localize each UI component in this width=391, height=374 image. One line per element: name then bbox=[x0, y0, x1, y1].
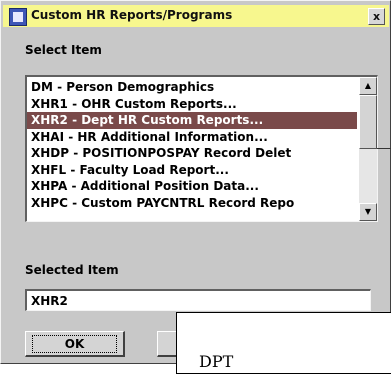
list-item[interactable]: XHPA - Additional Position Data... bbox=[27, 178, 357, 195]
selected-item-label: Selected Item bbox=[25, 263, 119, 277]
ok-button-label: OK bbox=[32, 335, 117, 353]
select-item-listbox[interactable]: DM - Person Demographics XHR1 - OHR Custo… bbox=[25, 75, 378, 222]
window-icon bbox=[9, 8, 27, 26]
list-item[interactable]: DM - Person Demographics bbox=[27, 79, 357, 96]
annotation-callout-box: DPT bbox=[176, 312, 391, 374]
list-item[interactable]: XHR1 - OHR Custom Reports... bbox=[27, 96, 357, 113]
scroll-up-button[interactable]: ▲ bbox=[359, 77, 377, 95]
list-item[interactable]: XHFL - Faculty Load Report... bbox=[27, 162, 357, 179]
list-item[interactable]: XHPC - Custom PAYCNTRL Record Repo bbox=[27, 195, 357, 212]
list-items: DM - Person Demographics XHR1 - OHR Custo… bbox=[27, 79, 357, 211]
window-title: Custom HR Reports/Programs bbox=[31, 8, 233, 22]
custom-hr-reports-dialog: Custom HR Reports/Programs x Select Item… bbox=[0, 0, 391, 364]
scroll-down-button[interactable]: ▼ bbox=[359, 203, 377, 221]
ok-button[interactable]: OK bbox=[25, 331, 125, 357]
triangle-down-icon: ▼ bbox=[364, 207, 372, 216]
list-item[interactable]: XHAI - HR Additional Information... bbox=[27, 129, 357, 146]
close-button[interactable]: x bbox=[368, 8, 385, 25]
list-item[interactable]: XHR2 - Dept HR Custom Reports... bbox=[27, 112, 357, 129]
list-item[interactable]: XHDP - POSITIONPOSPAY Record Delet bbox=[27, 145, 357, 162]
triangle-up-icon: ▲ bbox=[364, 81, 372, 90]
annotation-pointer-line bbox=[377, 148, 391, 149]
list-scrollbar[interactable]: ▲ ▼ bbox=[359, 77, 377, 221]
select-item-label: Select Item bbox=[25, 43, 102, 57]
title-bar[interactable]: Custom HR Reports/Programs x bbox=[3, 5, 389, 27]
annotation-callout-text: DPT bbox=[199, 352, 234, 371]
scroll-thumb[interactable] bbox=[359, 95, 377, 149]
selected-item-input[interactable] bbox=[25, 289, 371, 311]
